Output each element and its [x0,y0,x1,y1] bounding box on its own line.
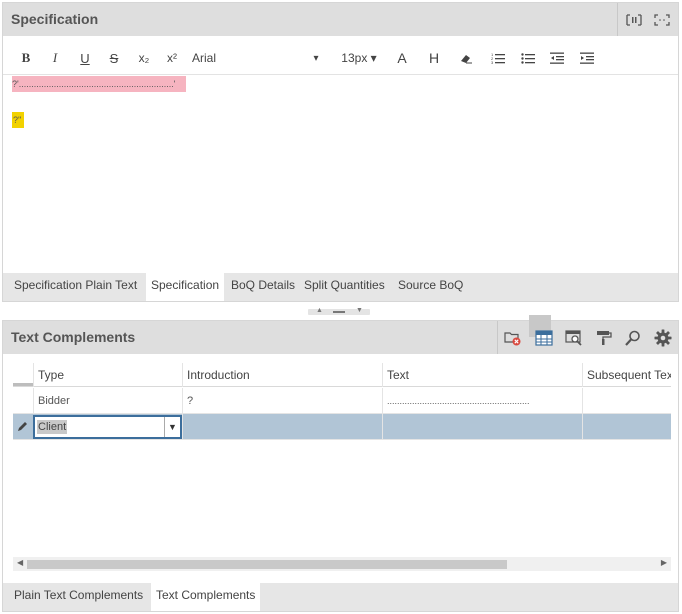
search-icon[interactable] [622,327,644,349]
header-separator [617,3,618,36]
type-select[interactable]: Client ▼ [33,415,182,439]
font-size-select[interactable]: 13px ▾ [337,49,381,67]
tab-split-quantities[interactable]: Split Quantities [299,273,390,301]
cell-introduction[interactable]: ? [182,388,382,414]
pencil-icon [17,421,28,435]
panel-splitter[interactable]: ▲ ▼ [2,304,679,320]
text-complements-header: Text Complements [3,315,678,354]
grid-header-row: Type Introduction Text Subsequent Text [13,363,671,387]
collapse-up-icon[interactable]: ▲ [316,307,323,314]
editor-toolbar: B I U S x₂ x² Arial ▾ 13px ▾ A H 123 [3,41,678,75]
column-header-type[interactable]: Type [33,363,182,387]
cell-text[interactable] [382,414,582,440]
tab-specification-plain-text[interactable]: Specification Plain Text [9,273,142,301]
font-family-select[interactable]: Arial [192,49,216,67]
svg-text:3: 3 [491,60,494,64]
specification-tabbar: Specification Plain Text Specification B… [3,273,678,301]
subscript-button[interactable]: x₂ [134,49,154,67]
tab-boq-details[interactable]: BoQ Details [226,273,300,301]
highlight-button[interactable]: H [425,49,443,67]
header-separator [497,321,498,354]
type-select-value: Client [37,420,68,434]
restore-icon[interactable] [623,9,645,31]
superscript-button[interactable]: x² [162,49,182,67]
editor-line-highlighted-yellow: ?'' [12,112,24,128]
collapse-down-icon[interactable]: ▼ [356,307,363,314]
specification-panel: Specification B I U S x₂ x² Arial ▾ 13px… [2,2,679,302]
bold-button[interactable]: B [17,49,35,67]
editor-line-highlighted-pink: ?'......................................… [12,76,186,92]
row-gutter [13,388,33,414]
cell-type[interactable]: Bidder [33,388,182,414]
scrollbar-thumb[interactable] [27,560,507,569]
table-row-selected[interactable]: Client ▼ [13,414,671,440]
indent-icon[interactable] [578,49,596,67]
row-indicator-header [13,383,33,386]
paint-roller-icon[interactable] [593,327,615,349]
zoom-preview-icon[interactable] [563,327,585,349]
italic-button[interactable]: I [46,49,64,67]
underline-button[interactable]: U [76,49,94,67]
specification-editor[interactable] [3,76,678,273]
strikethrough-button[interactable]: S [105,49,123,67]
dropdown-arrow-icon[interactable]: ▼ [164,417,180,437]
tab-plain-text-complements[interactable]: Plain Text Complements [9,583,148,611]
column-header-subsequent-text[interactable]: Subsequent Text [582,363,671,387]
tab-specification[interactable]: Specification [146,273,225,301]
ordered-list-icon[interactable]: 123 [489,49,507,67]
text-complements-tabbar: Plain Text Complements Text Complements [3,583,678,611]
column-header-text[interactable]: Text [382,363,582,387]
panel-title: Text Complements [11,329,136,345]
maximize-icon[interactable] [651,9,673,31]
text-complements-panel: Text Complements Type Introduction Text … [2,315,679,612]
horizontal-scrollbar[interactable]: ◀ ▶ [13,557,671,571]
bullet-list-icon[interactable] [519,49,537,67]
delete-folder-icon[interactable] [502,327,524,349]
splitter-grip[interactable]: ▲ ▼ [308,307,370,315]
tab-text-complements[interactable]: Text Complements [151,583,261,611]
grid-layout-icon[interactable] [533,327,555,349]
eraser-icon[interactable] [457,49,475,67]
row-gutter [13,414,33,440]
scroll-right-icon[interactable]: ▶ [661,558,667,567]
cell-subsequent-text[interactable] [582,414,671,440]
outdent-icon[interactable] [548,49,566,67]
specification-panel-header: Specification [3,3,678,36]
font-family-dropdown-icon[interactable]: ▾ [310,49,322,67]
font-color-button[interactable]: A [393,49,411,67]
text-complements-grid: Type Introduction Text Subsequent Text B… [13,363,671,489]
cell-subsequent-text[interactable] [582,388,671,414]
table-row[interactable]: Bidder ? ...............................… [13,388,671,414]
panel-title: Specification [11,11,99,27]
gear-icon[interactable] [652,327,674,349]
scroll-left-icon[interactable]: ◀ [17,558,23,567]
column-header-introduction[interactable]: Introduction [182,363,382,387]
cell-introduction[interactable] [182,414,382,440]
cell-text[interactable]: ........................................… [382,388,582,414]
grip-bar [333,311,345,313]
tab-source-boq[interactable]: Source BoQ [393,273,468,301]
